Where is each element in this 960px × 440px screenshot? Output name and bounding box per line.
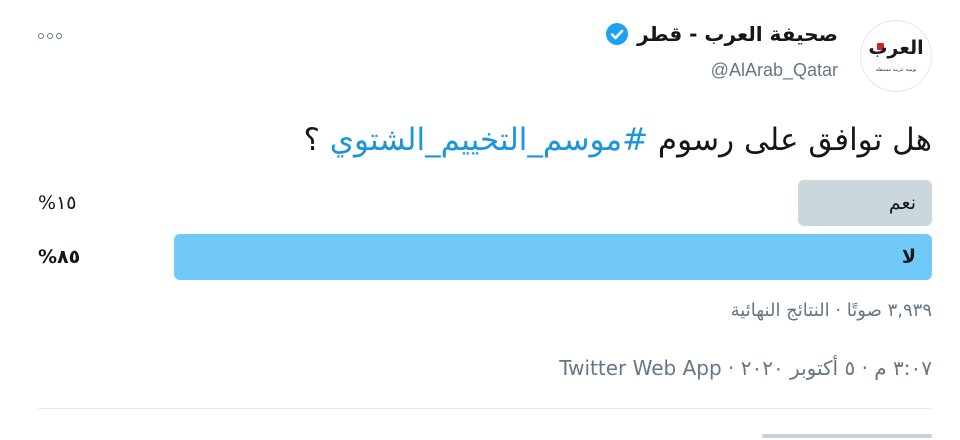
poll-meta: ٣,٩٣٩ صوتًا · النتائج النهائية — [730, 300, 932, 321]
tweet-text: هل توافق على رسوم #موسم_التخييم_الشتوي ؟ — [32, 122, 932, 158]
tweet-text-before: هل توافق على رسوم — [648, 122, 932, 158]
divider — [38, 408, 932, 409]
tweet-text-after: ؟ — [303, 122, 330, 158]
avatar-logo-subtitle: يومية عربية مستقلة — [875, 67, 917, 73]
more-options-icon[interactable] — [38, 30, 66, 42]
display-name: صحيفة العرب - قطر — [637, 22, 838, 46]
user-handle[interactable]: @AlArab_Qatar — [711, 60, 838, 81]
verified-badge-icon — [606, 23, 629, 45]
user-name-link[interactable]: صحيفة العرب - قطر — [605, 22, 838, 46]
hashtag-link[interactable]: #موسم_التخييم_الشتوي — [330, 122, 648, 158]
poll-option-percent: %١٥ — [38, 192, 77, 214]
source-app-link[interactable]: Twitter Web App — [559, 356, 721, 380]
poll-option-label: لا — [901, 246, 916, 268]
timestamp-line: ٣:٠٧ م · ٥ أكتوبر ٢٠٢٠ · Twitter Web App — [559, 356, 932, 380]
poll-option-yes: نعم %١٥ — [38, 180, 932, 228]
poll-option-no: لا %٨٥ — [38, 234, 932, 282]
avatar-logo-text: العرب — [868, 37, 924, 59]
poll-option-label: نعم — [888, 192, 916, 214]
timestamp-date[interactable]: ٣:٠٧ م · ٥ أكتوبر ٢٠٢٠ · — [722, 356, 932, 380]
poll-bar-no — [174, 234, 932, 280]
avatar[interactable]: العرب يومية عربية مستقلة — [860, 20, 932, 92]
truncated-next-line — [732, 428, 932, 440]
poll-option-percent: %٨٥ — [38, 246, 81, 268]
